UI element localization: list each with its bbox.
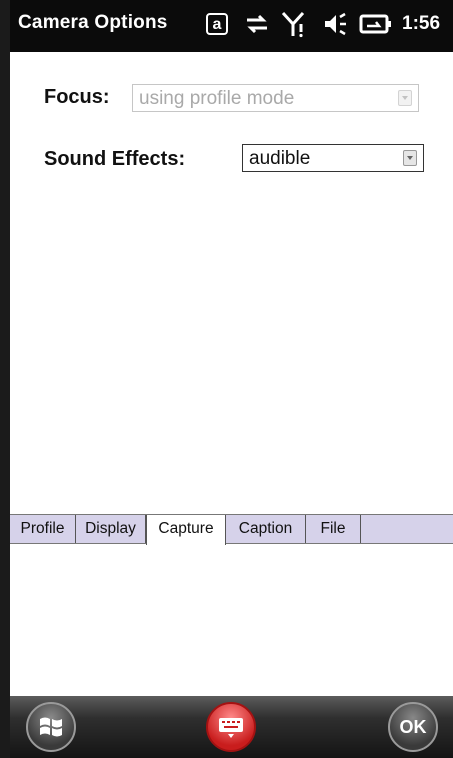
ok-button[interactable]: OK [388,702,438,752]
tab-capture[interactable]: Capture [146,515,226,545]
signal-icon[interactable] [278,9,312,39]
keyboard-button[interactable] [206,702,256,752]
tab-file[interactable]: File [306,515,361,543]
tab-profile[interactable]: Profile [10,515,76,543]
volume-icon[interactable] [320,9,350,39]
sync-arrows-icon[interactable] [242,9,272,39]
sound-effects-value: audible [249,148,311,169]
chevron-down-icon [398,90,412,106]
keyboard-icon [219,718,243,738]
battery-icon[interactable] [356,9,396,39]
sound-effects-label: Sound Effects: [44,148,186,170]
tab-strip: Profile Display Capture Caption File [10,514,453,545]
windows-logo-icon [40,717,62,737]
start-button[interactable] [26,702,76,752]
focus-value: using profile mode [139,88,295,109]
chevron-down-icon[interactable] [403,150,417,166]
clock[interactable]: 1:56 [402,13,440,35]
focus-dropdown: using profile mode [132,84,419,112]
a-glyph: a [206,13,228,35]
tab-display[interactable]: Display [76,515,146,543]
device-edge [0,0,10,758]
tab-caption[interactable]: Caption [226,515,306,543]
title-bar: Camera Options a 1:56 [10,0,453,52]
accessibility-a-icon[interactable]: a [202,9,232,39]
sound-effects-dropdown[interactable]: audible [242,144,424,172]
focus-label: Focus: [44,86,110,108]
bottom-bar: OK [10,696,453,758]
app-window: Camera Options a 1:56 Focus: using profi… [0,0,453,758]
window-title: Camera Options [18,12,168,33]
